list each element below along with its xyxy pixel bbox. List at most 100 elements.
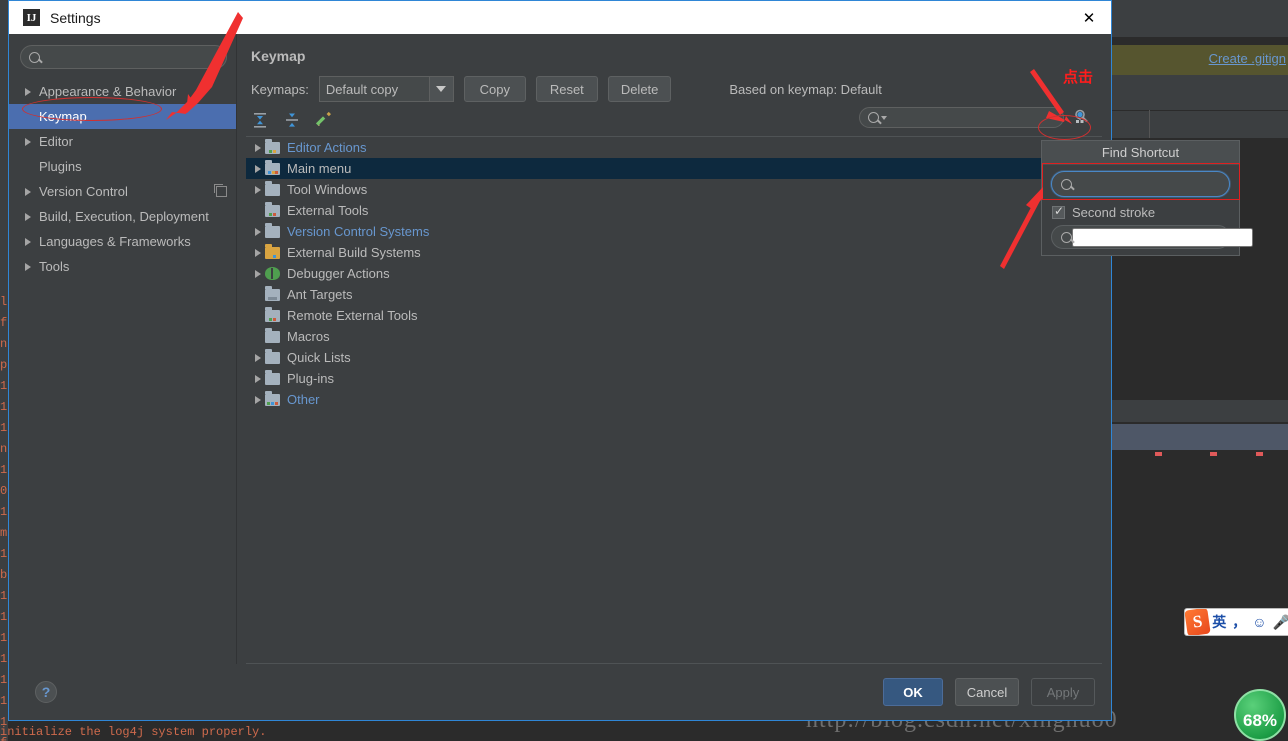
find-shortcut-title: Find Shortcut — [1042, 141, 1239, 165]
tree-row-label: Main menu — [287, 161, 352, 176]
tree-row[interactable]: Ant Targets — [246, 284, 1102, 305]
sidebar-item-label: Editor — [39, 134, 73, 149]
sidebar-item-build-execution-deployment[interactable]: Build, Execution, Deployment — [9, 204, 236, 229]
sogou-logo-icon: S — [1185, 609, 1211, 635]
tree-row-label: External Tools — [287, 203, 369, 218]
folder-build-icon — [265, 243, 280, 259]
sidebar-item-languages-frameworks[interactable]: Languages & Frameworks — [9, 229, 236, 254]
folder-tools-icon — [265, 201, 280, 217]
second-stroke-checkbox[interactable]: Second stroke — [1052, 204, 1239, 220]
checkbox-checked-icon[interactable] — [1052, 204, 1065, 219]
tree-row[interactable]: Quick Lists — [246, 347, 1102, 368]
tree-row[interactable]: Version Control Systems — [246, 221, 1102, 242]
folder-icon — [265, 369, 280, 385]
keymap-select[interactable]: Default copy — [318, 76, 454, 102]
keymap-select-value: Default copy — [325, 81, 399, 97]
sidebar-item-editor[interactable]: Editor — [9, 129, 236, 154]
chevron-right-icon[interactable] — [25, 187, 31, 196]
tree-row[interactable]: Main menu — [246, 158, 1102, 179]
page-title: Keymap — [251, 48, 306, 64]
shortcut-search-input[interactable] — [890, 110, 1055, 125]
annotation-ellipse-find-icon — [1038, 115, 1091, 140]
chevron-right-icon[interactable] — [251, 185, 265, 194]
tree-row[interactable]: Remote External Tools — [246, 305, 1102, 326]
help-button[interactable]: ? — [35, 681, 57, 703]
bg-marker — [1155, 452, 1162, 456]
dialog-title: Settings — [50, 9, 101, 26]
bg-column-divider — [1149, 110, 1150, 138]
chevron-right-icon[interactable] — [251, 227, 265, 236]
sidebar-item-version-control[interactable]: Version Control — [9, 179, 236, 204]
chevron-right-icon[interactable] — [25, 212, 31, 221]
second-stroke-label: Second stroke — [1072, 205, 1156, 220]
chevron-right-icon[interactable] — [251, 164, 265, 173]
close-icon[interactable]: ✕ — [1079, 9, 1099, 27]
ime-punct-icon[interactable]: ， — [1229, 612, 1249, 632]
keymaps-label: Keymaps: — [251, 81, 309, 97]
chevron-right-icon[interactable] — [251, 374, 265, 383]
chevron-right-icon[interactable] — [25, 262, 31, 271]
sidebar-search-box[interactable] — [20, 45, 227, 69]
create-gitignore-link[interactable]: Create .gitign — [1209, 51, 1286, 66]
chevron-right-icon[interactable] — [251, 269, 265, 278]
delete-button[interactable]: Delete — [607, 76, 672, 102]
console-log-line: initialize the log4j system properly. — [0, 725, 267, 739]
cancel-button[interactable]: Cancel — [955, 678, 1019, 706]
folder-ant-icon — [265, 285, 280, 301]
sidebar-item-plugins[interactable]: Plugins — [9, 154, 236, 179]
bug-icon — [265, 267, 280, 280]
folder-tools-icon — [265, 306, 280, 322]
folder-icon — [265, 327, 280, 343]
ime-mic-icon[interactable]: 🎤 — [1270, 614, 1288, 631]
tree-row[interactable]: Other — [246, 389, 1102, 410]
dialog-footer: ? OK Cancel Apply — [9, 664, 1111, 720]
edit-pencil-icon[interactable] — [315, 111, 333, 129]
copy-button[interactable]: Copy — [463, 76, 526, 102]
tree-row[interactable]: Tool Windows — [246, 179, 1102, 200]
chevron-down-icon[interactable] — [428, 77, 453, 101]
sidebar-item-label: Plugins — [39, 159, 82, 174]
chevron-right-icon[interactable] — [251, 353, 265, 362]
chevron-right-icon[interactable] — [25, 137, 31, 146]
collapse-all-icon[interactable] — [283, 111, 301, 129]
tree-row[interactable]: External Tools — [246, 200, 1102, 221]
bg-panel-mid — [1110, 75, 1288, 110]
chevron-right-icon[interactable] — [251, 248, 265, 257]
chevron-right-icon[interactable] — [251, 395, 265, 404]
sidebar-item-label: Tools — [39, 259, 70, 274]
tree-row[interactable]: Editor Actions — [246, 137, 1102, 158]
copy-settings-icon[interactable] — [214, 184, 227, 197]
chevron-right-icon[interactable] — [25, 87, 31, 96]
sidebar-search-wrap — [9, 34, 236, 75]
shortcut-search-box[interactable] — [859, 107, 1064, 128]
expand-all-icon[interactable] — [251, 111, 269, 129]
sidebar-item-label: Languages & Frameworks — [39, 234, 191, 249]
ime-emoji-icon[interactable]: ☺ — [1249, 614, 1269, 630]
chevron-right-icon[interactable] — [25, 237, 31, 246]
ok-button[interactable]: OK — [883, 678, 943, 706]
tree-row-label: Editor Actions — [287, 140, 367, 155]
ime-toolbar[interactable]: S 英 ， ☺ 🎤 — [1184, 608, 1288, 636]
tree-row[interactable]: External Build Systems — [246, 242, 1102, 263]
keymap-action-tree[interactable]: Editor Actions Main menu Tool Windows Exter… — [246, 136, 1102, 664]
find-shortcut-secondary-input[interactable] — [1072, 227, 1253, 247]
reset-button[interactable]: Reset — [535, 76, 598, 102]
apply-button[interactable]: Apply — [1031, 678, 1095, 706]
find-shortcut-primary-input[interactable] — [1077, 177, 1232, 191]
sidebar-search-input[interactable] — [40, 50, 218, 64]
chevron-right-icon[interactable] — [251, 143, 265, 152]
tree-row[interactable]: Macros — [246, 326, 1102, 347]
find-shortcut-popup: Find Shortcut Second stroke — [1041, 140, 1253, 256]
find-shortcut-secondary-field[interactable] — [1051, 225, 1253, 249]
tree-row[interactable]: Plug-ins — [246, 368, 1102, 389]
ime-mode-icon[interactable]: 英 — [1209, 612, 1229, 632]
find-shortcut-primary-field[interactable] — [1051, 171, 1232, 197]
folder-icon — [265, 348, 280, 364]
bg-panel-top — [1110, 0, 1288, 38]
chevron-down-icon[interactable] — [881, 115, 887, 120]
keymap-toolbar: Keymaps: Default copy Copy Reset Delete … — [237, 64, 1111, 102]
settings-dialog: IJ Settings ✕ Appearance & Behavior Keyma… — [8, 0, 1112, 721]
sidebar-item-tools[interactable]: Tools — [9, 254, 236, 279]
tree-row[interactable]: Debugger Actions — [246, 263, 1102, 284]
tree-row-label: External Build Systems — [287, 245, 421, 260]
